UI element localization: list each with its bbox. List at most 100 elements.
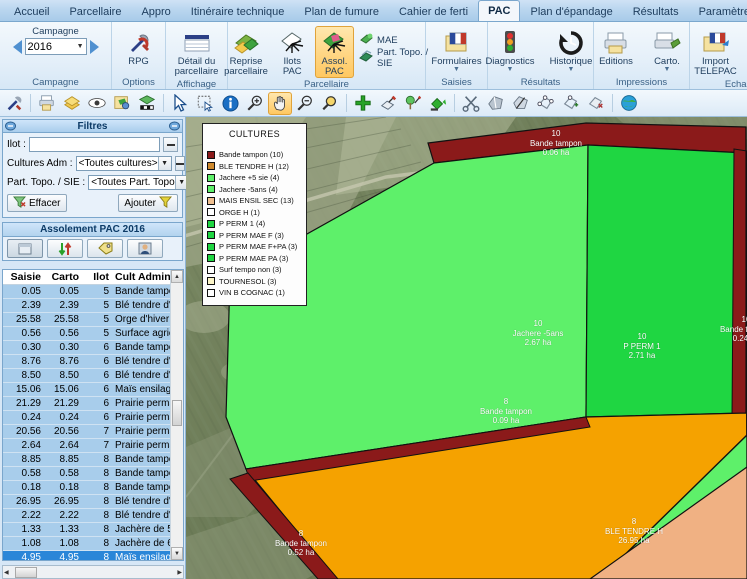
tab-accueil[interactable]: Accueil [4,1,59,21]
table-horizontal-scrollbar[interactable]: ◀ ▶ [2,565,184,579]
scroll-up-icon[interactable]: ▲ [171,270,183,283]
table-row[interactable]: 2.642.647Prairie permanente [3,439,183,453]
scroll-right-icon[interactable]: ▶ [177,569,182,576]
scroll-thumb[interactable] [172,400,182,426]
assol-pac-button[interactable]: Assol. PAC [314,26,355,78]
effacer-button[interactable]: Effacer [7,194,67,212]
tab-plan-de-fumure[interactable]: Plan de fumure [294,1,389,21]
carto-button[interactable]: Carto. ▼ [643,26,691,74]
chevron-down-icon[interactable]: ▼ [664,66,671,73]
scroll-left-icon[interactable]: ◀ [4,569,9,576]
cultures-remove-button[interactable] [174,156,185,171]
node-delete-icon[interactable] [584,92,608,115]
tab-cahier-de-ferti[interactable]: Cahier de ferti [389,1,478,21]
reprise-parcellaire-button[interactable]: Reprise parcellaire [222,26,269,78]
table-row[interactable]: 26.9526.958Blé tendre d'hiver [3,495,183,509]
diagnostics-button[interactable]: Diagnostics ▼ [481,26,539,74]
cut-scissors-icon[interactable] [459,92,483,115]
table-row[interactable]: 8.508.506Blé tendre d'hiver [3,369,183,383]
table-row[interactable]: 1.331.338Jachère de 5 ans o [3,523,183,537]
campaign-select[interactable]: 2016 ▼ [24,38,87,55]
zoom-in-icon[interactable] [243,92,267,115]
table-row[interactable]: 0.560.565Surface agricole te [3,327,183,341]
map-view[interactable]: CULTURES Bande tampon (10) BLE TENDRE H (… [186,117,747,579]
tab-resultats[interactable]: Résultats [623,1,689,21]
arrow-select-icon[interactable] [168,92,192,115]
campaign-next-button[interactable] [89,39,99,54]
import-telepac-button[interactable]: Import TELEPAC [687,26,745,78]
tab-plan-d-epandage[interactable]: Plan d'épandage [520,1,622,21]
zoom-out-icon[interactable] [293,92,317,115]
add-plus-icon[interactable] [351,92,375,115]
table-row[interactable]: 21.2921.296Prairie permanente [3,397,183,411]
table-row[interactable]: 0.58 0.58 8 Bande tampon [3,467,183,481]
grid-view-tab[interactable] [7,239,43,258]
scroll-down-icon[interactable]: ▼ [171,547,183,560]
table-row[interactable]: 20.5620.567Prairie permanente [3,425,183,439]
chevron-down-icon[interactable]: ▼ [453,66,460,73]
ilot-remove-button[interactable] [163,137,178,152]
collapse-left-icon[interactable] [5,121,16,131]
table-row[interactable]: 0.18 0.18 8 Bande tampon [3,481,183,495]
table-row[interactable]: 1.081.088Jachère de 6 ans o [3,537,183,551]
merge-parcel-icon[interactable] [484,92,508,115]
part-topo-sie-button[interactable]: Part. Topo. / SIE [357,47,431,69]
table-row[interactable]: 0.30 0.30 6 Bande tampon [3,341,183,355]
table-row[interactable]: 0.05 0.05 5 Bande tampon [3,285,183,299]
chevron-down-icon[interactable]: ▼ [157,157,171,170]
cultures-select[interactable]: <Toutes cultures> ▼ [75,156,172,171]
layers-icon[interactable] [60,92,84,115]
tab-itineraire-technique[interactable]: Itinéraire technique [181,1,295,21]
print-icon[interactable] [35,92,59,115]
topo-select[interactable]: <Toutes Part. Topo ▼ [88,175,189,190]
ajouter-button[interactable]: Ajouter [118,194,178,212]
scale-bar-icon[interactable] [135,92,159,115]
pan-hand-icon[interactable] [268,91,292,115]
table-row[interactable]: 0.240.246Prairie permanente [3,411,183,425]
map-parcel-label: 10 Jachere -5ans 2.67 ha [498,319,578,348]
detail-parcellaire-button[interactable]: Détail du parcellaire [168,26,226,78]
compare-arrows-tab[interactable] [47,239,83,258]
ilots-pac-button[interactable]: Ilots PAC [273,26,312,78]
node-edit-icon[interactable] [534,92,558,115]
table-row[interactable]: 4.95 4.95 8 Maïs ensilage [3,551,183,560]
tab-pac[interactable]: PAC [478,0,521,21]
cell-ilot: 8 [103,468,109,479]
rect-select-icon[interactable] [193,92,217,115]
tools-icon[interactable] [2,92,26,115]
ilot-input[interactable] [28,137,160,152]
zoom-extent-icon[interactable] [318,92,342,115]
info-icon[interactable] [218,92,242,115]
table-row[interactable]: 25.58 25.58 5 Orge d'hiver [3,313,183,327]
chevron-down-icon[interactable]: ▼ [568,66,575,73]
node-add-icon[interactable] [559,92,583,115]
print-icon [602,29,630,57]
editions-button[interactable]: Editions [592,26,640,68]
table-row[interactable]: 2.392.395Blé tendre d'hiver [3,299,183,313]
draw-polygon-icon[interactable] [376,92,400,115]
collapse-right-icon[interactable] [169,121,180,131]
hscroll-thumb[interactable] [14,566,37,578]
tab-parametres[interactable]: Paramètres [689,1,747,21]
label-tag-tab[interactable] [87,239,123,258]
tab-parcellaire[interactable]: Parcellaire [59,1,131,21]
split-tree-icon[interactable] [401,92,425,115]
tab-appro[interactable]: Appro [131,1,180,21]
chevron-down-icon[interactable]: ▼ [507,66,514,73]
person-tab[interactable] [127,239,163,258]
eye-icon[interactable] [85,92,109,115]
paint-fill-icon[interactable] [426,92,450,115]
formulaires-button[interactable]: Formulaires ▼ [428,26,486,74]
split-parcel-icon[interactable] [509,92,533,115]
globe-icon[interactable] [617,92,641,115]
cell-ilot: 5 [103,286,109,297]
campaign-prev-button[interactable] [12,39,22,54]
table-row[interactable]: 8.85 8.85 8 Bande tampon [3,453,183,467]
table-vertical-scrollbar[interactable]: ▲ ▼ [170,270,183,560]
table-row[interactable]: 2.222.228Blé tendre d'hiver [3,509,183,523]
rpg-button[interactable]: RPG [115,26,163,68]
legend-icon[interactable] [110,92,134,115]
table-body[interactable]: 0.05 0.05 5 Bande tampon 2.39 2.39 5 Blé tendre… [3,285,183,560]
table-row[interactable]: 15.06 15.06 6 Maïs ensilage [3,383,183,397]
table-row[interactable]: 8.768.766Blé tendre d'hiver [3,355,183,369]
